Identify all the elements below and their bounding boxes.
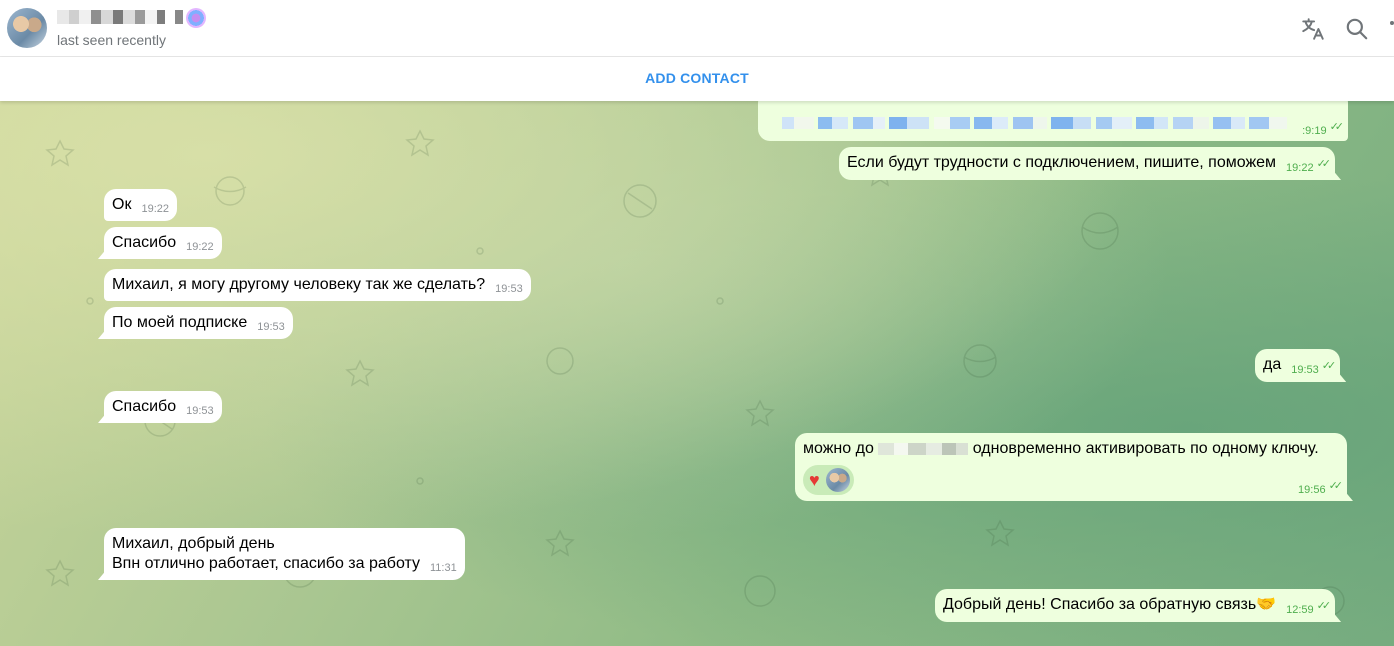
message-outgoing[interactable]: Если будут трудности с подключением, пиш… — [839, 147, 1336, 180]
premium-badge-icon — [186, 8, 206, 28]
message-text: Ок — [112, 196, 132, 213]
last-seen-status: last seen recently — [57, 32, 166, 48]
search-icon[interactable] — [1344, 16, 1370, 42]
reaction-avatar — [825, 468, 850, 493]
message-text: одновременно активировать по одному ключ… — [972, 440, 1319, 458]
message-incoming[interactable]: Спасибо 19:22 — [104, 227, 222, 259]
message-time: 19:22 — [186, 241, 214, 253]
message-time: 19:53 — [257, 321, 285, 333]
message-outgoing[interactable]: :9:19 ✓✓ — [758, 101, 1348, 141]
redacted-text — [878, 439, 969, 459]
message-text: да — [1263, 356, 1282, 373]
read-check-icon: ✓✓ — [1316, 158, 1332, 170]
message-outgoing[interactable]: можно до одновременно активировать по од… — [795, 433, 1347, 501]
message-time: 19:53 — [186, 405, 214, 417]
message-time: 19:53 — [495, 283, 523, 295]
more-icon[interactable] — [1386, 16, 1394, 42]
message-time: 19:56 — [1298, 484, 1326, 496]
message-incoming[interactable]: Михаил, я могу другому человеку так же с… — [104, 269, 531, 301]
add-contact-button[interactable]: ADD CONTACT — [645, 70, 749, 86]
message-text: Михаил, я могу другому человеку так же с… — [112, 276, 486, 293]
avatar[interactable] — [7, 8, 47, 48]
read-check-icon: ✓✓ — [1328, 480, 1344, 492]
message-text-line: Впн отлично работает, спасибо за работу — [112, 555, 420, 572]
message-time: 19:22 — [141, 203, 169, 215]
message-time: 19:22 — [1286, 162, 1314, 174]
message-time: 19:53 — [1291, 364, 1319, 376]
message-time: 11:31 — [430, 562, 457, 574]
redacted-link[interactable] — [782, 113, 1288, 133]
heart-icon: ♥ — [809, 470, 820, 491]
message-incoming[interactable]: По моей подписке 19:53 — [104, 307, 293, 339]
message-outgoing[interactable]: Добрый день! Спасибо за обратную связь🤝 1… — [935, 589, 1336, 622]
read-check-icon: ✓✓ — [1321, 360, 1337, 372]
message-outgoing[interactable]: да 19:53 ✓✓ — [1255, 349, 1341, 382]
reaction-chip[interactable]: ♥ — [803, 465, 854, 496]
read-check-icon: ✓✓ — [1316, 600, 1332, 612]
message-text: Спасибо — [112, 234, 177, 251]
message-text: По моей подписке — [112, 314, 248, 331]
message-text: можно до — [803, 440, 874, 458]
message-text: Если будут трудности с подключением, пиш… — [847, 154, 1277, 171]
contact-name-redacted[interactable] — [57, 10, 185, 24]
chat-header: last seen recently — [0, 0, 1394, 57]
message-list[interactable]: :9:19 ✓✓ Если будут трудности с подключен… — [0, 101, 1394, 646]
add-contact-bar: ADD CONTACT — [0, 57, 1394, 101]
message-incoming[interactable]: Михаил, добрый день Впн отлично работает… — [104, 528, 465, 580]
message-text: Спасибо — [112, 398, 177, 415]
message-incoming[interactable]: Спасибо 19:53 — [104, 391, 222, 423]
message-time: 12:59 — [1286, 604, 1314, 616]
message-text-line: Михаил, добрый день — [112, 535, 275, 552]
read-check-icon: ✓✓ — [1329, 121, 1345, 133]
message-text: Добрый день! Спасибо за обратную связь🤝 — [943, 596, 1277, 613]
translate-icon[interactable] — [1300, 16, 1326, 42]
message-incoming[interactable]: Ок 19:22 — [104, 189, 177, 221]
message-time: :9:19 — [1302, 125, 1327, 137]
